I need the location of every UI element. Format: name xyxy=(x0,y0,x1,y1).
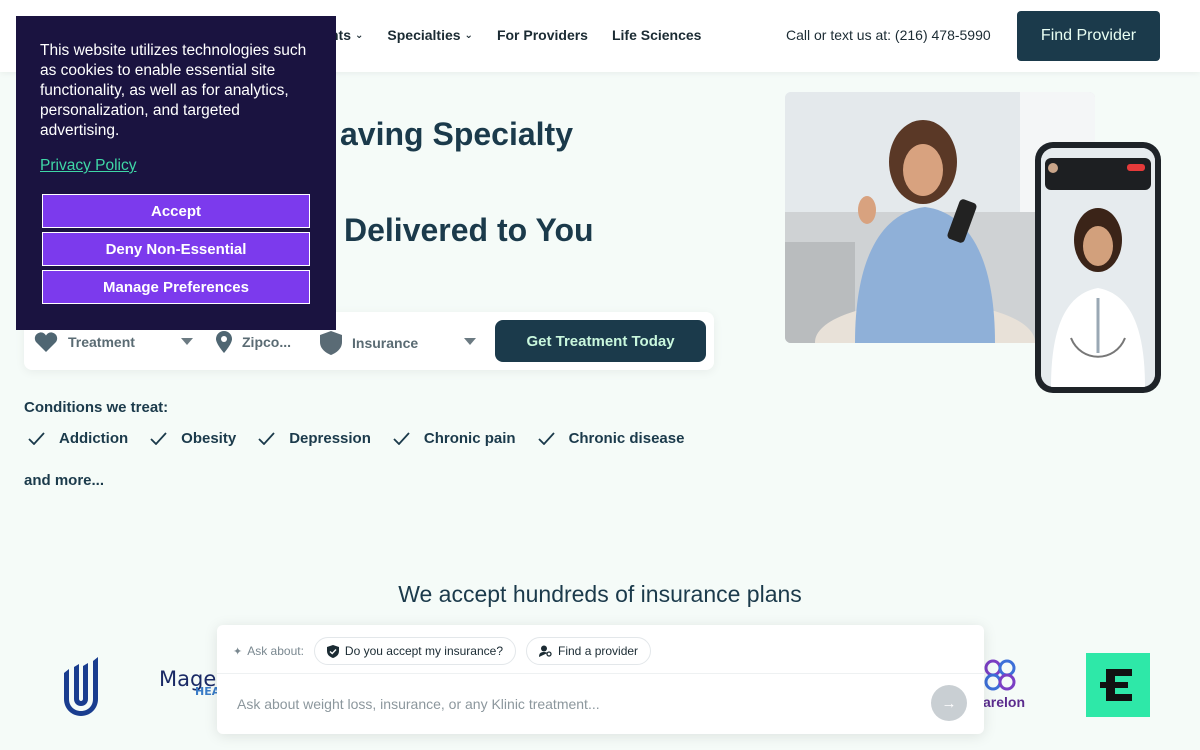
zipcode-input[interactable]: Zipco... xyxy=(216,331,291,353)
chevron-down-icon: ⌄ xyxy=(355,29,364,41)
carelon-logo-mark xyxy=(984,659,1016,691)
main-nav: nts ⌄ Specialties ⌄ For Providers Life S… xyxy=(330,27,725,43)
check-icon xyxy=(28,432,45,445)
get-treatment-button[interactable]: Get Treatment Today xyxy=(495,320,706,362)
insurance-select[interactable]: Insurance xyxy=(320,331,418,355)
condition-label: Addiction xyxy=(59,430,129,447)
chip-label: Find a provider xyxy=(558,644,639,658)
condition-label: Chronic disease xyxy=(568,430,685,447)
insurance-select-label: Insurance xyxy=(352,335,419,351)
hero-heading-line1: aving Specialty xyxy=(340,116,573,152)
e-logo-mark xyxy=(1100,669,1132,701)
check-icon xyxy=(393,432,410,445)
unitedhealthcare-logo xyxy=(62,655,100,722)
user-search-icon xyxy=(539,645,552,657)
unitedhealthcare-logo-mark xyxy=(64,657,98,716)
nav-specialties-label: Specialties xyxy=(387,27,461,43)
zipcode-input-placeholder: Zipco... xyxy=(242,334,291,350)
treatment-select-label: Treatment xyxy=(68,334,135,350)
manage-preferences-button[interactable]: Manage Preferences xyxy=(42,270,310,304)
privacy-policy-link[interactable]: Privacy Policy xyxy=(40,157,136,175)
check-icon xyxy=(150,432,167,445)
e-insurer-logo xyxy=(1086,653,1150,717)
condition-label: Obesity xyxy=(181,430,237,447)
heart-icon xyxy=(34,332,58,352)
phone-screen xyxy=(1041,148,1155,387)
nav-life-sciences[interactable]: Life Sciences xyxy=(612,27,702,43)
treatment-select[interactable]: Treatment xyxy=(34,331,135,353)
check-icon xyxy=(537,432,555,445)
nav-specialties[interactable]: Specialties ⌄ xyxy=(387,27,473,43)
shield-check-icon xyxy=(326,644,339,658)
chevron-down-icon: ⌄ xyxy=(464,29,473,41)
cookie-notice-text: This website utilizes technologies such … xyxy=(40,42,307,139)
insurance-section-title: We accept hundreds of insurance plans xyxy=(398,581,802,607)
condition-chronic-disease[interactable]: Chronic disease xyxy=(537,430,685,447)
condition-label: Depression xyxy=(289,430,371,447)
deny-non-essential-button[interactable]: Deny Non-Essential xyxy=(42,232,310,266)
check-icon xyxy=(258,432,275,445)
nav-for-providers[interactable]: For Providers xyxy=(497,27,588,43)
nav-life-sciences-label: Life Sciences xyxy=(611,27,702,43)
sparkle-icon: ✦ xyxy=(233,645,243,658)
condition-chronic-pain[interactable]: Chronic pain xyxy=(393,430,516,447)
conditions-list: Addiction Obesity Depression Chronic pai… xyxy=(28,430,706,447)
condition-addiction[interactable]: Addiction xyxy=(28,430,128,447)
shield-icon xyxy=(320,331,342,355)
arrow-right-icon: → xyxy=(941,694,957,712)
find-provider-button[interactable]: Find Provider xyxy=(1017,11,1160,61)
conditions-title: Conditions we treat: xyxy=(24,399,169,416)
chip-find-provider[interactable]: Find a provider xyxy=(526,637,652,665)
condition-obesity[interactable]: Obesity xyxy=(150,430,236,447)
chat-input[interactable]: Ask about weight loss, insurance, or any… xyxy=(217,673,984,734)
doctor-video-illustration xyxy=(1041,148,1155,387)
accept-cookies-button[interactable]: Accept xyxy=(42,194,310,228)
hero-heading-line2: Delivered to You xyxy=(344,212,594,248)
condition-label: Chronic pain xyxy=(423,430,516,447)
ask-about-text: Ask about: xyxy=(247,644,304,658)
nav-for-providers-label: For Providers xyxy=(496,27,588,43)
phone-mockup xyxy=(1035,142,1161,393)
call-text[interactable]: Call or text us at: (216) 478-5990 xyxy=(786,27,991,43)
chevron-down-icon xyxy=(181,338,193,345)
chevron-down-icon xyxy=(464,338,476,345)
location-pin-icon xyxy=(216,331,232,353)
chip-insurance-question[interactable]: Do you accept my insurance? xyxy=(313,637,517,665)
and-more-link[interactable]: and more... xyxy=(24,472,104,489)
ask-about-label: ✦ Ask about: xyxy=(233,644,304,658)
chip-label: Do you accept my insurance? xyxy=(344,644,504,658)
carelon-logo xyxy=(982,657,1018,698)
ai-chat-widget: ✦ Ask about: Do you accept my insurance?… xyxy=(217,625,984,734)
chat-suggestions: ✦ Ask about: Do you accept my insurance?… xyxy=(233,637,652,665)
carelon-logo-text: arelon xyxy=(983,694,1026,710)
cookie-consent-banner: This website utilizes technologies such … xyxy=(16,16,336,330)
condition-depression[interactable]: Depression xyxy=(258,430,371,447)
send-button[interactable]: → xyxy=(931,685,967,721)
